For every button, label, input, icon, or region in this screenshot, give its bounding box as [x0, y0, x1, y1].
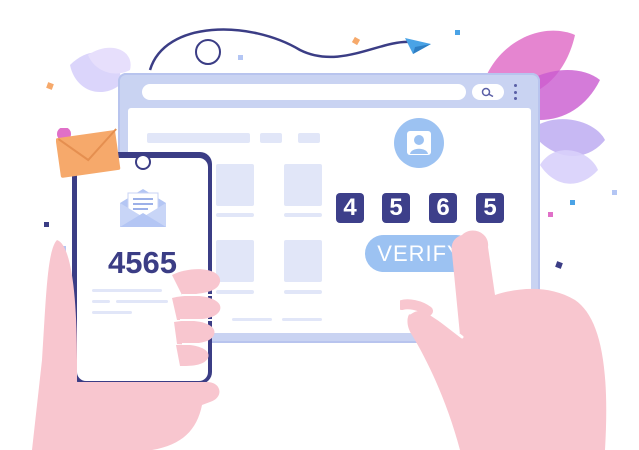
email-envelope-icon — [56, 128, 121, 178]
skeleton-line — [282, 318, 322, 321]
otp-digit-box[interactable]: 6 — [429, 193, 457, 223]
skeleton-line — [232, 318, 272, 321]
skeleton-line — [298, 133, 320, 143]
kebab-menu-icon[interactable] — [512, 84, 518, 100]
skeleton-line — [216, 213, 254, 217]
otp-digit-box[interactable]: 5 — [382, 193, 410, 223]
open-envelope-icon — [120, 189, 166, 227]
paper-plane-icon — [405, 38, 431, 54]
user-avatar-icon — [394, 118, 444, 168]
skeleton-card — [284, 164, 322, 206]
hand-icon — [400, 230, 607, 450]
skeleton-card — [284, 240, 322, 282]
otp-digit-box[interactable]: 5 — [476, 193, 504, 223]
hand-icon — [32, 240, 221, 450]
skeleton-line — [147, 133, 250, 143]
flight-path — [148, 28, 411, 71]
front-camera-icon — [137, 156, 149, 168]
skeleton-card — [216, 164, 254, 206]
search-icon — [481, 87, 494, 97]
skeleton-line — [260, 133, 282, 143]
search-button[interactable] — [472, 84, 504, 100]
otp-digit-box[interactable]: 4 — [336, 193, 364, 223]
skeleton-line — [284, 213, 322, 217]
path-loop — [195, 39, 221, 65]
address-bar[interactable] — [142, 84, 466, 100]
skeleton-line — [284, 290, 322, 294]
